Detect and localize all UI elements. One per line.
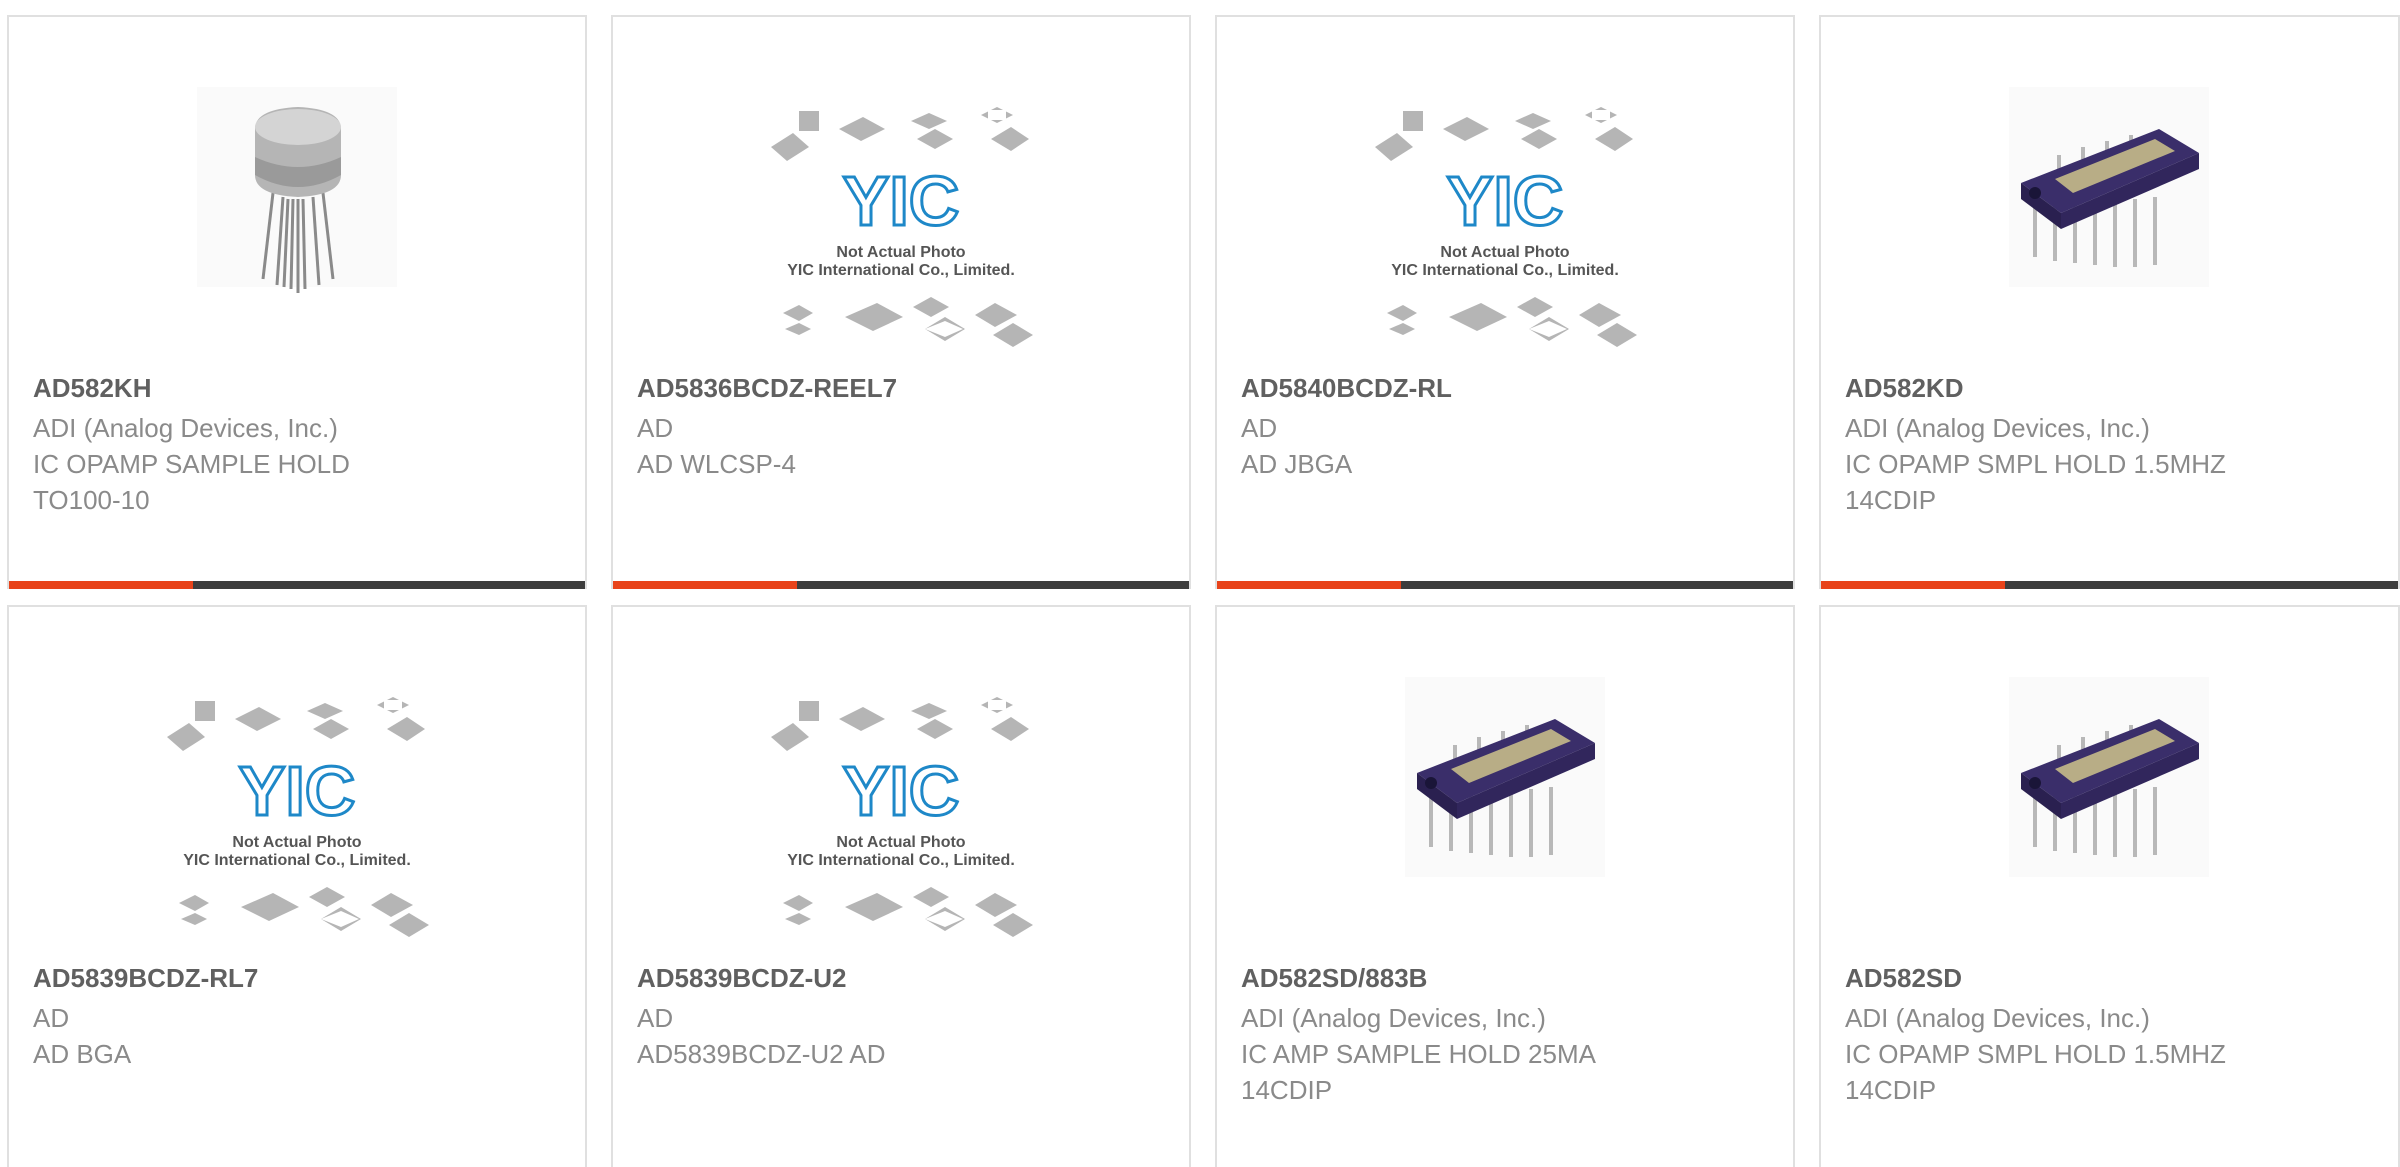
yic-placeholder-icon: YIC Not Actual Photo YIC International C… (1375, 107, 1637, 347)
yic-logo: YIC (843, 162, 960, 240)
yic-placeholder-icon: YIC Not Actual Photo YIC International C… (771, 107, 1033, 347)
manufacturer: AD (637, 413, 674, 443)
description: AD WLCSP-4 (637, 449, 796, 479)
product-card[interactable]: YIC Not Actual Photo YIC International C… (611, 605, 1191, 1167)
card-accent-bar (613, 581, 797, 589)
placeholder-company: YIC International Co., Limited. (183, 852, 411, 869)
part-number[interactable]: AD5839BCDZ-RL7 (33, 963, 258, 994)
placeholder-company: YIC International Co., Limited. (787, 262, 1015, 279)
package: 14CDIP (1241, 1075, 1333, 1105)
product-image[interactable] (1217, 607, 1793, 947)
description: AD5839BCDZ-U2 AD (637, 1039, 886, 1069)
part-number[interactable]: AD582KD (1845, 373, 1964, 404)
metal-can-package-icon (197, 87, 397, 293)
placeholder-company: YIC International Co., Limited. (787, 852, 1015, 869)
card-accent-bar (1217, 581, 1401, 589)
placeholder-caption: Not Actual Photo (836, 834, 965, 851)
part-number[interactable]: AD5839BCDZ-U2 (637, 963, 847, 994)
product-card[interactable]: AD582KH ADI (Analog Devices, Inc.) IC OP… (7, 15, 587, 589)
part-number[interactable]: AD582SD (1845, 963, 1962, 994)
card-bottom-bar (1217, 581, 1793, 589)
part-number[interactable]: AD5836BCDZ-REEL7 (637, 373, 897, 404)
description: IC OPAMP SMPL HOLD 1.5MHZ (1845, 449, 2226, 479)
part-number[interactable]: AD5840BCDZ-RL (1241, 373, 1452, 404)
part-number[interactable]: AD582SD/883B (1241, 963, 1427, 994)
manufacturer: ADI (Analog Devices, Inc.) (33, 413, 338, 443)
product-image[interactable]: YIC Not Actual Photo YIC International C… (9, 607, 585, 947)
product-card[interactable]: AD582SD/883B ADI (Analog Devices, Inc.) … (1215, 605, 1795, 1167)
product-image[interactable] (1821, 17, 2398, 357)
package: TO100-10 (33, 485, 150, 515)
placeholder-caption: Not Actual Photo (1440, 244, 1569, 261)
description: IC AMP SAMPLE HOLD 25MA (1241, 1039, 1596, 1069)
placeholder-caption: Not Actual Photo (836, 244, 965, 261)
manufacturer: AD (637, 1003, 674, 1033)
yic-placeholder-icon: YIC Not Actual Photo YIC International C… (167, 697, 429, 937)
card-bottom-bar (613, 581, 1189, 589)
product-card[interactable]: AD582KD ADI (Analog Devices, Inc.) IC OP… (1819, 15, 2400, 589)
manufacturer: ADI (Analog Devices, Inc.) (1845, 1003, 2150, 1033)
card-accent-bar (1821, 581, 2005, 589)
yic-logo: YIC (239, 752, 356, 830)
product-image[interactable]: YIC Not Actual Photo YIC International C… (613, 17, 1189, 357)
yic-logo: YIC (1447, 162, 1564, 240)
product-image[interactable]: YIC Not Actual Photo YIC International C… (613, 607, 1189, 947)
product-image[interactable] (1821, 607, 2398, 947)
manufacturer: ADI (Analog Devices, Inc.) (1845, 413, 2150, 443)
package: 14CDIP (1845, 1075, 1937, 1105)
manufacturer: AD (33, 1003, 70, 1033)
yic-placeholder-icon: YIC Not Actual Photo YIC International C… (771, 697, 1033, 937)
package: 14CDIP (1845, 485, 1937, 515)
description: AD JBGA (1241, 449, 1353, 479)
product-image[interactable]: YIC Not Actual Photo YIC International C… (1217, 17, 1793, 357)
placeholder-caption: Not Actual Photo (232, 834, 361, 851)
product-card[interactable]: YIC Not Actual Photo YIC International C… (1215, 15, 1795, 589)
card-accent-bar (9, 581, 193, 589)
manufacturer: AD (1241, 413, 1278, 443)
card-bottom-bar (1821, 581, 2398, 589)
yic-logo: YIC (843, 752, 960, 830)
product-image[interactable] (9, 17, 585, 357)
card-bottom-bar (9, 581, 585, 589)
product-card[interactable]: AD582SD ADI (Analog Devices, Inc.) IC OP… (1819, 605, 2400, 1167)
description: IC OPAMP SMPL HOLD 1.5MHZ (1845, 1039, 2226, 1069)
cdip-14-package-icon (2009, 87, 2209, 287)
placeholder-company: YIC International Co., Limited. (1391, 262, 1619, 279)
description: IC OPAMP SAMPLE HOLD (33, 449, 350, 479)
part-number[interactable]: AD582KH (33, 373, 152, 404)
cdip-14-package-icon (2009, 677, 2209, 877)
manufacturer: ADI (Analog Devices, Inc.) (1241, 1003, 1546, 1033)
product-card[interactable]: YIC Not Actual Photo YIC International C… (611, 15, 1191, 589)
cdip-14-package-icon (1405, 677, 1605, 877)
product-card[interactable]: YIC Not Actual Photo YIC International C… (7, 605, 587, 1167)
description: AD BGA (33, 1039, 132, 1069)
